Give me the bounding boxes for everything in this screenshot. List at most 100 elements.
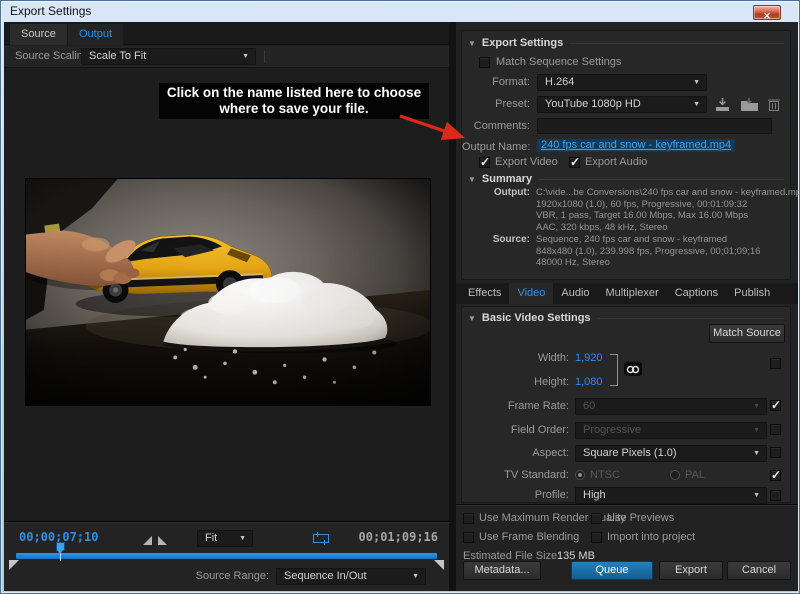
check-icon: ✓ <box>570 155 580 169</box>
tab-publish[interactable]: Publish <box>726 283 778 304</box>
zoom-fit-dropdown[interactable]: Fit ▼ <box>197 530 253 547</box>
ntsc-label: NTSC <box>590 469 620 481</box>
check-icon: ✓ <box>771 468 781 482</box>
settings-panel: ▼ Export Settings Match Sequence Setting… <box>456 22 798 591</box>
match-sequence-checkbox[interactable] <box>479 57 490 68</box>
aspect-checkbox[interactable] <box>770 447 781 458</box>
match-source-button[interactable]: Match Source <box>709 324 785 343</box>
field-order-dropdown[interactable]: Progressive ▼ <box>575 422 767 439</box>
source-range-dropdown[interactable]: Sequence In/Out ▼ <box>276 568 426 585</box>
preset-label: Preset: <box>462 98 530 110</box>
basic-video-settings-title: Basic Video Settings <box>482 312 591 324</box>
max-render-quality-checkbox[interactable] <box>463 513 474 524</box>
profile-dropdown[interactable]: High ▼ <box>575 487 767 504</box>
import-into-project-label: Import into project <box>607 531 695 543</box>
width-value[interactable]: 1,920 <box>575 352 603 364</box>
set-out-point-icon[interactable] <box>158 536 167 545</box>
metadata-button[interactable]: Metadata... <box>463 561 541 580</box>
export-settings-group: ▼ Export Settings Match Sequence Setting… <box>461 30 791 280</box>
frame-rate-value: 60 <box>583 399 595 414</box>
profile-value: High <box>583 488 606 503</box>
profile-checkbox[interactable] <box>770 490 781 501</box>
summary-title: Summary <box>482 173 532 185</box>
tab-multiplexer[interactable]: Multiplexer <box>598 283 667 304</box>
check-icon: ✓ <box>771 398 781 412</box>
summary-source-line: Sequence, 240 fps car and snow - keyfram… <box>536 234 792 246</box>
track-end-marker-icon[interactable] <box>434 560 444 570</box>
tab-effects[interactable]: Effects <box>460 283 509 304</box>
disclosure-triangle-icon[interactable]: ▼ <box>468 314 476 323</box>
source-scaling-row: Source Scaling: Scale To Fit ▼ <box>4 46 449 68</box>
source-range-label: Source Range: <box>104 570 269 582</box>
import-preset-icon[interactable] <box>740 97 759 117</box>
chevron-down-icon: ▼ <box>753 446 760 461</box>
pal-radio[interactable] <box>670 470 680 480</box>
dimensions-checkbox[interactable] <box>770 358 781 369</box>
set-in-point-icon[interactable] <box>143 536 152 545</box>
delete-preset-icon[interactable] <box>767 97 781 117</box>
link-bracket <box>610 354 618 386</box>
source-scaling-dropdown[interactable]: Scale To Fit ▼ <box>81 48 256 65</box>
disclosure-triangle-icon[interactable]: ▼ <box>468 175 476 184</box>
export-footer: Use Maximum Render Quality Use Previews … <box>456 504 798 591</box>
timeline-bar: 00;00;07;10 Fit ▼ 00;01;09;16 Source Ran… <box>4 521 449 591</box>
frame-rate-dropdown[interactable]: 60 ▼ <box>575 398 767 415</box>
output-name-link[interactable]: 240 fps car and snow - keyframed.mp4 <box>537 139 735 152</box>
tab-source[interactable]: Source <box>10 24 67 45</box>
summary-source-line: 848x480 (1.0), 239.998 fps, Progressive,… <box>536 246 792 258</box>
settings-tabbar: Effects Video Audio Multiplexer Captions… <box>456 283 798 304</box>
save-preset-icon[interactable] <box>714 97 731 117</box>
frame-rate-checkbox[interactable]: ✓ <box>770 400 781 411</box>
chevron-down-icon: ▼ <box>239 531 246 546</box>
chevron-down-icon: ▼ <box>242 49 249 64</box>
width-label: Width: <box>462 352 569 364</box>
frame-blending-checkbox[interactable] <box>463 532 474 543</box>
export-button[interactable]: Export <box>659 561 723 580</box>
close-button[interactable]: ✕ <box>753 5 781 20</box>
disclosure-triangle-icon[interactable]: ▼ <box>468 39 476 48</box>
tv-standard-checkbox[interactable]: ✓ <box>770 470 781 481</box>
export-video-label: Export Video <box>495 156 558 168</box>
tab-video[interactable]: Video <box>509 283 553 304</box>
tab-audio[interactable]: Audio <box>553 283 597 304</box>
link-dimensions-icon[interactable] <box>624 362 642 376</box>
ntsc-radio[interactable] <box>575 470 585 480</box>
annotation-line2: where to save your file. <box>159 101 429 117</box>
tab-captions[interactable]: Captions <box>667 283 726 304</box>
field-order-checkbox[interactable] <box>770 424 781 435</box>
preset-dropdown[interactable]: YouTube 1080p HD ▼ <box>537 96 707 113</box>
max-render-quality-label: Use Maximum Render Quality <box>479 512 626 524</box>
queue-button[interactable]: Queue <box>571 561 653 580</box>
frame-rate-label: Frame Rate: <box>462 400 569 412</box>
track-start-marker-icon[interactable] <box>9 560 19 570</box>
tab-output[interactable]: Output <box>68 24 123 45</box>
basic-video-settings-group: ▼ Basic Video Settings Match Source Widt… <box>461 306 791 503</box>
field-order-label: Field Order: <box>462 424 569 436</box>
comments-input[interactable] <box>537 118 772 134</box>
import-into-project-checkbox[interactable] <box>591 532 602 543</box>
aspect-dropdown[interactable]: Square Pixels (1.0) ▼ <box>575 445 767 462</box>
summary-source-line: 48000 Hz, Stereo <box>536 257 792 269</box>
timeline-scrubber-track[interactable] <box>16 553 437 559</box>
height-value[interactable]: 1,080 <box>575 376 603 388</box>
panel-divider <box>449 22 456 591</box>
chevron-down-icon: ▼ <box>412 569 419 584</box>
use-previews-checkbox[interactable] <box>591 513 602 524</box>
cancel-button[interactable]: Cancel <box>727 561 791 580</box>
playhead-handle[interactable] <box>56 542 65 551</box>
video-preview <box>25 178 431 406</box>
export-audio-checkbox[interactable]: ✓ <box>569 157 580 168</box>
export-audio-label: Export Audio <box>585 156 647 168</box>
format-dropdown[interactable]: H.264 ▼ <box>537 74 707 91</box>
summary-output-label: Output: <box>462 187 530 198</box>
export-video-checkbox[interactable]: ✓ <box>479 157 490 168</box>
match-sequence-label: Match Sequence Settings <box>496 56 621 68</box>
video-frame-art <box>26 179 430 405</box>
source-output-tabbar: Source Output <box>4 22 449 45</box>
annotation-callout: Click on the name listed here to choose … <box>159 83 429 119</box>
video-preview-area <box>4 68 449 521</box>
crop-icon[interactable] <box>312 532 330 550</box>
check-icon: ✓ <box>480 155 490 169</box>
summary-header: ▼ Summary <box>468 173 784 185</box>
aspect-label: Aspect: <box>462 447 569 459</box>
